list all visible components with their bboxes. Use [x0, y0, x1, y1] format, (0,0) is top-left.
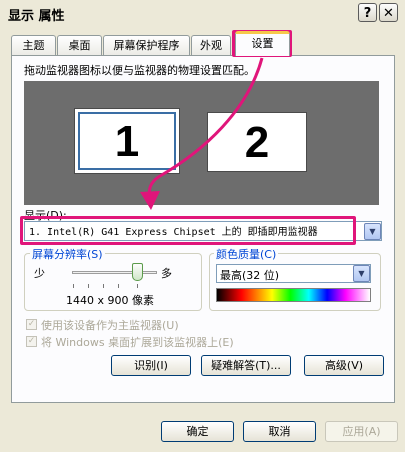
annotation-arrow-icon: [140, 57, 264, 210]
tab-settings[interactable]: 设置: [235, 31, 290, 56]
display-properties-window: 显示 属性 ? ✕ 主题 桌面 屏幕保护程序 外观 设置 拖动监视器图标以便与监…: [0, 0, 405, 452]
